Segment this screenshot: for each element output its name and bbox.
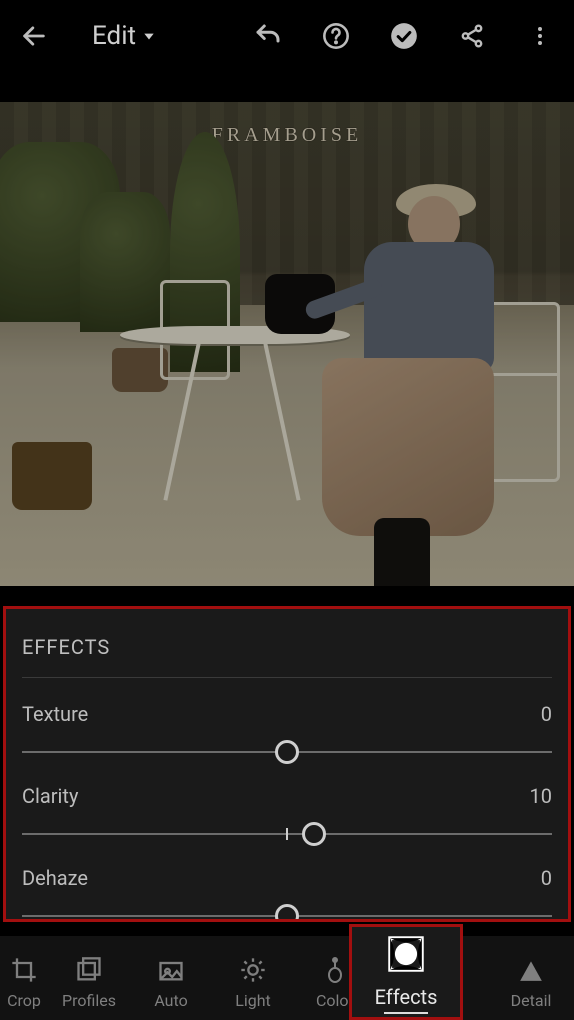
mode-dropdown[interactable]: Edit (92, 21, 156, 51)
slider-row-texture: Texture 0 (22, 688, 552, 770)
mode-title: Edit (92, 21, 136, 51)
slider-center-tick (286, 828, 288, 840)
photo-sign-text: FRAMBOISE (212, 124, 362, 147)
light-icon (239, 956, 267, 984)
photo-decor (120, 326, 350, 344)
slider-label: Dehaze (22, 866, 88, 890)
profiles-icon (75, 956, 103, 984)
tab-label: Crop (7, 991, 41, 1010)
slider-row-clarity: Clarity 10 (22, 770, 552, 852)
photo-decor (265, 274, 335, 334)
slider-label: Texture (22, 702, 88, 726)
slider-track[interactable] (22, 904, 552, 922)
slider-thumb[interactable] (302, 822, 326, 846)
help-button[interactable] (320, 20, 352, 52)
more-vertical-icon (528, 24, 552, 48)
caret-down-icon (142, 29, 156, 43)
check-circle-icon (390, 22, 418, 50)
slider-value: 0 (541, 702, 552, 726)
back-arrow-icon (20, 22, 48, 50)
photo-decor (460, 302, 560, 482)
tab-effects[interactable]: Effects (349, 924, 463, 1020)
tab-label: Profiles (62, 991, 116, 1010)
slider-row-dehaze: Dehaze 0 (22, 852, 552, 922)
effects-icon (387, 935, 425, 973)
color-icon (323, 955, 347, 985)
photo-decor (170, 132, 240, 372)
slider-track[interactable] (22, 822, 552, 846)
tab-underline (384, 1012, 428, 1014)
slider-thumb[interactable] (275, 904, 299, 922)
divider (22, 677, 552, 678)
undo-button[interactable] (252, 20, 284, 52)
overflow-button[interactable] (524, 20, 556, 52)
tab-auto[interactable]: Auto (130, 955, 212, 1014)
photo-decor (112, 348, 168, 392)
detail-icon (518, 957, 544, 983)
tab-light[interactable]: Light (212, 955, 294, 1014)
crop-icon (10, 956, 38, 984)
panel-title: EFFECTS (22, 635, 552, 677)
tab-profiles[interactable]: Profiles (48, 955, 130, 1014)
slider-thumb[interactable] (275, 740, 299, 764)
photo-decor (263, 343, 300, 500)
photo-decor (160, 280, 230, 380)
share-icon (459, 23, 485, 49)
back-button[interactable] (18, 20, 50, 52)
photo-decor (163, 343, 200, 500)
slider-value: 10 (530, 784, 552, 808)
photo-subject (334, 182, 504, 582)
slider-value: 0 (541, 866, 552, 890)
help-icon (322, 22, 350, 50)
confirm-button[interactable] (388, 20, 420, 52)
tab-detail[interactable]: Detail (490, 955, 572, 1014)
share-button[interactable] (456, 20, 488, 52)
tab-label: Detail (511, 991, 552, 1010)
top-toolbar: Edit (0, 0, 574, 72)
tab-crop[interactable]: Crop (0, 955, 48, 1014)
photo-preview[interactable]: FRAMBOISE (0, 102, 574, 586)
photo-decor (80, 192, 170, 332)
tab-label: Light (235, 991, 271, 1010)
auto-icon (157, 956, 185, 984)
tab-label: Auto (154, 991, 187, 1010)
undo-icon (253, 21, 283, 51)
tab-label: Effects (375, 985, 438, 1009)
bottom-tab-bar: Crop Profiles Auto Light Color Detail Op… (0, 936, 574, 1020)
effects-panel: EFFECTS Texture0Clarity10Dehaze0 Vignett… (3, 606, 571, 922)
photo-decor (12, 442, 92, 510)
photo-decor (0, 142, 120, 322)
slider-track[interactable] (22, 740, 552, 764)
slider-label: Clarity (22, 784, 78, 808)
